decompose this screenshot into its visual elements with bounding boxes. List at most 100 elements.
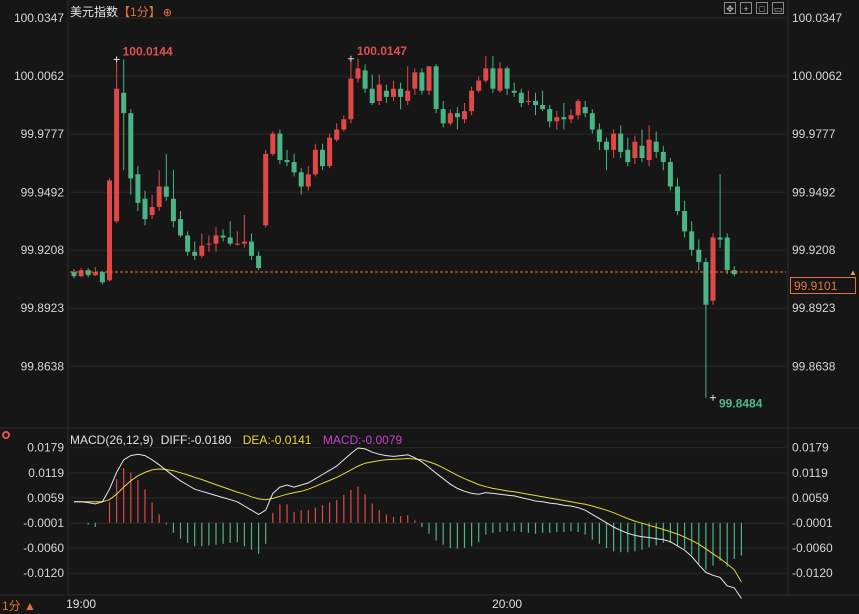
candle-body	[426, 66, 432, 91]
candle-body	[170, 198, 176, 222]
candle-body	[107, 180, 112, 281]
candle-body	[135, 174, 141, 203]
candle-body	[270, 133, 276, 154]
candle-body	[149, 206, 155, 216]
candle-body	[518, 92, 524, 103]
y-tick-label: -0.0120	[792, 566, 833, 580]
macd-legend: MACD(26,12,9) DIFF:-0.0180 DEA:-0.0141 M…	[70, 433, 402, 447]
candle-body	[327, 137, 333, 167]
candle-body	[348, 78, 354, 120]
candle-body	[462, 111, 467, 120]
candle-body	[575, 100, 581, 116]
candle-body	[511, 90, 517, 93]
candle-body	[689, 231, 695, 250]
y-tick-label: 99.9208	[21, 243, 65, 257]
candles	[71, 56, 737, 398]
candle-body	[561, 117, 567, 120]
candle-body	[369, 88, 375, 103]
candle-body	[653, 141, 659, 152]
candle-body	[199, 245, 205, 256]
candle-body	[667, 162, 673, 187]
candle-body	[540, 105, 546, 110]
candle-body	[312, 149, 318, 175]
annotation-label: 100.0144	[123, 44, 173, 58]
candle-body	[355, 68, 361, 79]
y-tick-label: 0.0119	[792, 466, 828, 480]
y-tick-label: 0.0179	[792, 441, 829, 455]
candle-body	[703, 261, 709, 305]
candle-body	[220, 235, 226, 238]
candle-body	[682, 211, 688, 232]
y-tick-label: 100.0062	[792, 69, 842, 83]
candle-body	[639, 145, 645, 159]
macd-y-axis-right: 0.0179 0.0119 0.0059 -0.0001 -0.0060 -0.0120	[792, 441, 833, 581]
y-tick-label: 100.0347	[14, 11, 64, 25]
y-tick-label: 99.8923	[792, 301, 836, 315]
candle-body	[78, 270, 84, 277]
candle-body	[604, 141, 609, 150]
candle-body	[696, 249, 702, 262]
y-tick-label: 0.0119	[28, 466, 64, 480]
candle-body	[362, 70, 368, 89]
candle-body	[284, 160, 290, 163]
candle-body	[433, 66, 439, 110]
candle-body	[263, 153, 269, 226]
candle-body	[618, 133, 624, 152]
candle-body	[163, 186, 169, 197]
candle-body	[710, 237, 716, 301]
annotation-label: 99.8484	[719, 397, 763, 411]
macd-y-axis-left: 0.0179 0.0119 0.0059 -0.0001 -0.0060 -0.0120	[23, 441, 64, 581]
caret-up-icon[interactable]: ▲	[849, 268, 857, 277]
macd-diff-value: DIFF:-0.0180	[160, 433, 232, 447]
candle-body	[277, 133, 283, 161]
y-tick-label: 99.8638	[21, 359, 65, 373]
x-tick-label: 19:00	[66, 597, 96, 611]
period-switch[interactable]: 1分 ▲	[2, 597, 36, 614]
candle-body	[611, 133, 617, 150]
y-tick-label: 99.8638	[792, 359, 836, 373]
candle-body	[185, 235, 191, 252]
candle-body	[334, 129, 340, 140]
candle-body	[376, 84, 382, 101]
x-tick-label: 20:00	[492, 597, 522, 611]
y-tick-label: 99.9492	[21, 185, 65, 199]
y-tick-label: 99.9492	[792, 185, 836, 199]
candle-body	[440, 109, 446, 124]
y-tick-label: -0.0001	[792, 516, 833, 530]
y-tick-label: 0.0059	[792, 491, 829, 505]
y-tick-label: -0.0060	[23, 541, 64, 555]
candle-body	[320, 149, 325, 167]
y-tick-label: -0.0001	[23, 516, 64, 530]
candle-body	[412, 72, 418, 89]
candle-body	[582, 107, 588, 114]
macd-histogram	[87, 468, 743, 570]
candle-body	[469, 90, 475, 112]
candle-body	[596, 129, 602, 142]
candle-body	[419, 72, 425, 91]
candle-body	[660, 151, 666, 163]
y-tick-label: 99.9777	[792, 127, 836, 141]
candle-body	[675, 186, 680, 212]
candle-body	[632, 141, 638, 159]
candle-body	[99, 272, 105, 283]
kline-chart[interactable]: 100.0144 100.0147 99.8484 100.0347 100.0062…	[0, 0, 859, 613]
candle-body	[256, 255, 262, 269]
macd-macd-value: MACD:-0.0079	[322, 433, 403, 447]
candle-body	[178, 219, 183, 236]
y-tick-label: 99.9777	[21, 127, 65, 141]
candle-body	[533, 100, 538, 106]
candle-body	[92, 272, 98, 276]
y-tick-label: 0.0059	[27, 491, 64, 505]
candle-body	[391, 88, 396, 97]
candle-body	[504, 68, 510, 89]
candle-body	[625, 149, 631, 163]
candle-body	[717, 237, 723, 240]
indicator-toggle-icon[interactable]	[2, 431, 10, 439]
y-tick-label: -0.0120	[23, 566, 64, 580]
macd-dea-value: DEA:-0.0141	[242, 433, 312, 447]
candle-body	[298, 172, 304, 187]
y-tick-label: 0.0179	[27, 441, 64, 455]
candle-body	[128, 113, 134, 179]
candle-body	[192, 251, 198, 256]
y-axis-right: 100.0347 100.0062 99.9777 99.9492 99.9208 99.…	[792, 11, 842, 373]
